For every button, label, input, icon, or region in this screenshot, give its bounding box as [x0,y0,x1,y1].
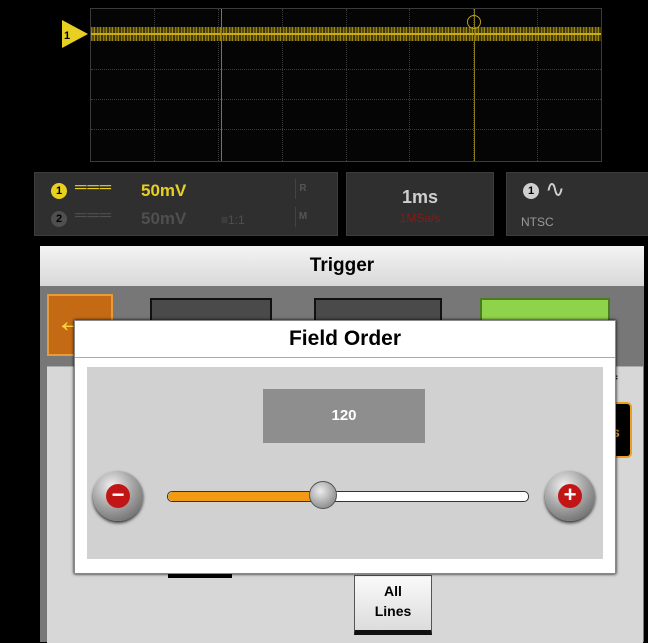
partial-label-left: S [29,373,38,388]
trigger-mode: NTSC [521,215,554,229]
all-lines-button[interactable]: All Lines [354,575,432,635]
all-lines-label-1: All [384,583,402,599]
ch1-badge: 1 [51,183,67,199]
trigger-dialog-title: Trigger [40,246,644,286]
channel-settings-panel[interactable]: 1 ═══ 50mV R 2 ═══ 50mV ≡1:1 M [34,172,338,236]
field-order-dialog: Field Order 120 − + [74,320,616,574]
field-order-slider[interactable] [167,491,529,502]
ch1-marker-number: 1 [64,30,71,42]
slider-handle[interactable] [308,481,337,509]
grid-line [91,99,601,100]
sample-rate: 1MSa/s [399,211,441,225]
trigger-cursor-icon[interactable] [467,15,481,29]
waveform-display[interactable] [90,8,602,162]
grid-line [91,129,601,130]
ch2-badge: 2 [51,211,67,227]
trigger-position-cursor[interactable] [221,9,222,161]
field-order-body: 120 − + [87,367,603,559]
minus-icon: − [106,484,130,508]
ref-button[interactable]: R [295,179,310,199]
ch2-coupling-icon: ═══ [75,207,113,224]
field-order-title: Field Order [75,321,615,358]
plus-icon: + [558,484,582,508]
ch2-probe-ratio: ≡1:1 [221,213,245,227]
field-order-value[interactable]: 120 [263,389,425,443]
slider-fill [168,492,323,501]
decrement-button[interactable]: − [93,471,143,521]
grid-line [91,69,601,70]
math-button[interactable]: M [295,207,310,227]
increment-button[interactable]: + [545,471,595,521]
ch1-scale: 50mV [141,181,187,200]
ch2-scale: 50mV [141,209,187,228]
ch1-coupling-icon: ═══ [75,179,113,196]
all-lines-label-2: Lines [374,603,412,619]
trigger-status-panel[interactable]: 1 ∿ NTSC [506,172,648,236]
timebase-value: 1ms [401,187,439,207]
measure-cursor[interactable] [474,9,475,161]
timebase-panel[interactable]: 1ms 1MSa/s [346,172,494,236]
trigger-source-badge: 1 [523,183,539,199]
ac-wave-icon: ∿ [545,176,566,203]
ch1-trace [91,27,601,41]
